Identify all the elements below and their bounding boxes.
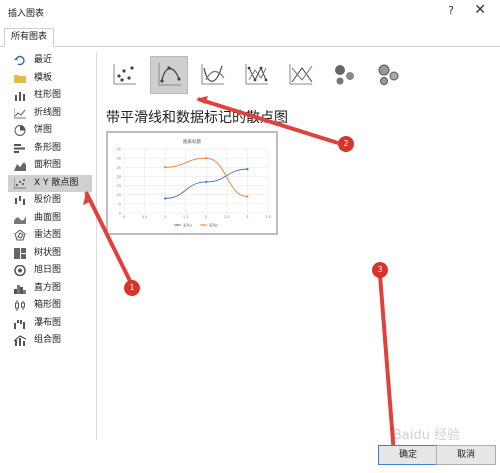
watermark: Baidu 经验 — [392, 428, 460, 443]
annotation-arrow-2 — [197, 97, 339, 145]
annotation-marker-2: 2 — [338, 136, 354, 152]
annotation-arrow-1 — [84, 191, 134, 286]
ok-button[interactable]: 确定 — [378, 445, 438, 465]
annotation-marker-1: 1 — [124, 280, 140, 296]
annotation-marker-3: 3 — [372, 262, 388, 278]
annotation-layer — [83, 96, 399, 458]
cancel-button[interactable]: 取消 — [436, 445, 496, 465]
